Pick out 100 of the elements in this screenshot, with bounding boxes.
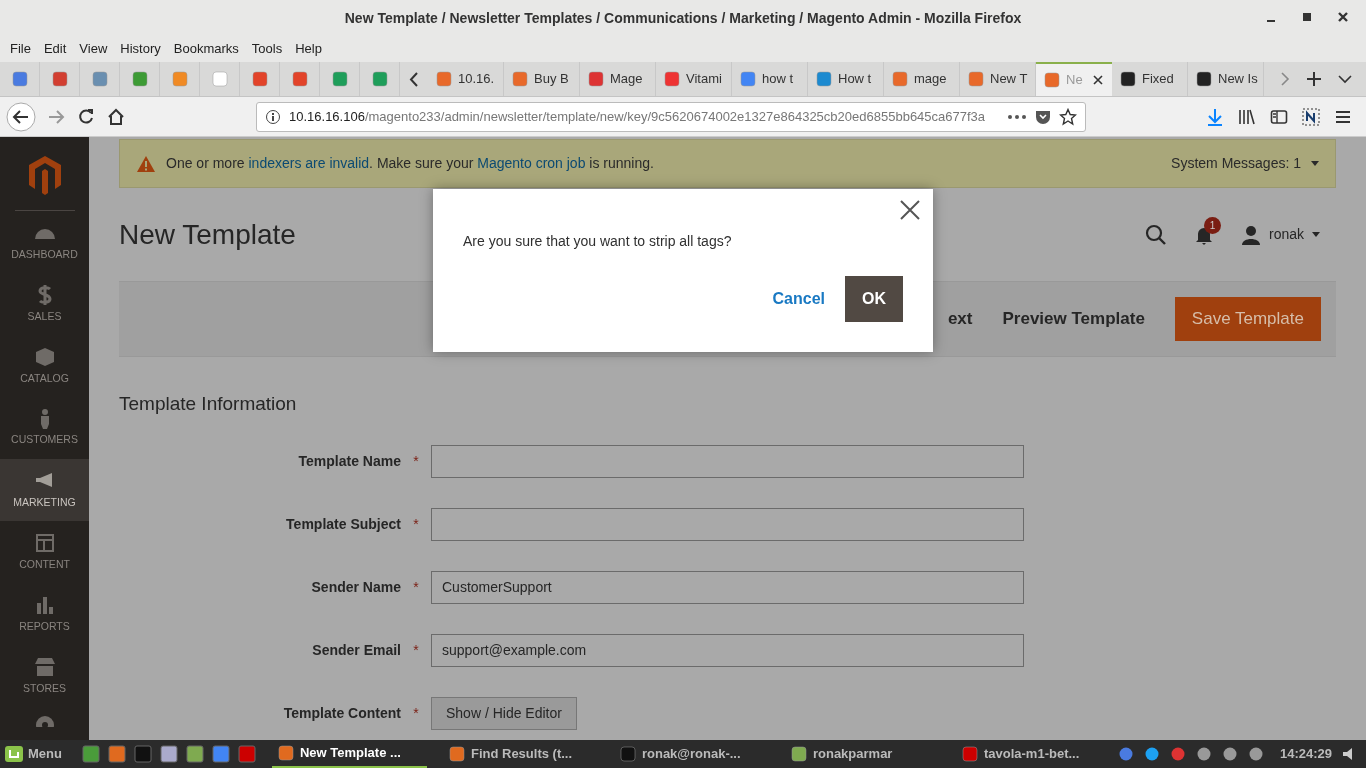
url-text: 10.16.16.106/magento233/admin/newsletter/template/new/key/9c5620674002e1327e864325cb20ed6855bb645ca677f3a <box>289 107 987 126</box>
maximize-icon[interactable] <box>1300 10 1314 24</box>
text-input[interactable]: support@example.com <box>431 633 1024 667</box>
sidebar-item[interactable]: CATALOG <box>0 335 89 397</box>
browser-tab[interactable]: Buy B <box>504 62 580 96</box>
required-asterisk: * <box>413 640 419 660</box>
sidebar-icon[interactable] <box>1270 107 1288 126</box>
ok-button[interactable]: OK <box>845 276 903 322</box>
star-icon[interactable] <box>1059 107 1077 126</box>
start-menu[interactable]: Menu <box>4 744 62 764</box>
menu-item[interactable]: History <box>114 39 167 59</box>
favicon-icon <box>512 71 528 87</box>
launcher-icon[interactable] <box>107 745 126 763</box>
browser-tab[interactable]: how t <box>732 62 808 96</box>
taskbar-window[interactable]: ronakparmar <box>784 740 940 768</box>
chevron-down-icon[interactable] <box>1338 74 1352 84</box>
taskbar-window[interactable]: Find Results (t... <box>442 740 598 768</box>
favicon-icon <box>291 71 308 87</box>
section-title: Template Information <box>119 392 298 416</box>
action-button[interactable]: ext <box>947 297 973 341</box>
favicon-icon <box>1120 71 1136 87</box>
menu-item[interactable]: Tools <box>245 39 289 59</box>
sidebar-item[interactable]: REPORTS <box>0 583 89 645</box>
address-bar[interactable]: 10.16.16.106/magento233/admin/newsletter/template/new/key/9c5620674002e1327e864325cb20ed6855bb645ca677f3a <box>256 101 1086 132</box>
favicon-icon <box>968 71 984 87</box>
text-input[interactable] <box>431 444 1024 478</box>
favicon-icon <box>961 746 978 762</box>
library-icon[interactable] <box>1238 107 1256 126</box>
required-asterisk: * <box>413 514 419 534</box>
reload-icon[interactable] <box>76 106 96 127</box>
taskbar-window[interactable]: New Template ... <box>271 740 427 768</box>
text-input[interactable] <box>431 507 1024 541</box>
field-label: Template Name <box>297 451 401 471</box>
browser-tab[interactable]: Vitami <box>656 62 732 96</box>
extension-icon[interactable] <box>1302 107 1320 126</box>
favicon-icon <box>436 71 452 87</box>
favicon-icon <box>171 71 188 87</box>
action-button[interactable]: Preview Template <box>1002 297 1145 341</box>
required-asterisk: * <box>413 451 419 471</box>
save-button[interactable]: Save Template <box>1174 297 1321 341</box>
caret-icon <box>1311 161 1319 166</box>
taskbar-window[interactable]: tavola-m1-bet... <box>955 740 1111 768</box>
favicon-icon <box>277 745 294 761</box>
download-icon[interactable] <box>1206 107 1224 126</box>
favicon-icon <box>892 71 908 87</box>
mint-logo-icon <box>4 745 24 763</box>
favicon-icon <box>331 71 348 87</box>
launcher-icon[interactable] <box>159 745 178 763</box>
field-label: Template Content <box>282 703 401 723</box>
field-label: Sender Email <box>311 640 401 660</box>
text-input[interactable]: CustomerSupport <box>431 570 1024 604</box>
browser-tab[interactable]: mage <box>884 62 960 96</box>
favicon-icon <box>91 71 108 87</box>
favicon-icon <box>740 71 756 87</box>
browser-tab[interactable]: New Is <box>1188 62 1264 96</box>
close-icon[interactable] <box>899 199 921 221</box>
more-icon[interactable] <box>1007 113 1027 120</box>
close-icon[interactable] <box>1336 10 1350 24</box>
browser-tab[interactable]: Mage <box>580 62 656 96</box>
dialog-message: Are you sure that you want to strip all tags? <box>463 232 733 251</box>
sidebar-item[interactable]: CONTENT <box>0 521 89 583</box>
favicon-icon <box>790 746 807 762</box>
menu-item[interactable]: File <box>4 39 37 59</box>
cancel-button[interactable]: Cancel <box>772 287 825 311</box>
menu-item[interactable]: Help <box>289 39 328 59</box>
sidebar-item[interactable]: DASHBOARD <box>0 211 89 273</box>
home-icon[interactable] <box>106 106 126 127</box>
sidebar-item[interactable]: STORES <box>0 645 89 707</box>
page-title: New Template <box>119 217 296 252</box>
window-title: New Template / Newsletter Templates / Communications / Marketing / Magento Admin - Mozilla Firefox <box>344 8 1022 28</box>
search-icon[interactable] <box>1144 223 1167 246</box>
menu-item[interactable]: View <box>73 39 114 59</box>
favicon-icon <box>816 71 832 87</box>
sidebar-item[interactable]: SALES <box>0 273 89 335</box>
browser-tab[interactable]: 10.16. <box>428 62 504 96</box>
sidebar-item[interactable]: MARKETING <box>0 459 89 521</box>
required-asterisk: * <box>413 703 419 723</box>
toggle-editor-button[interactable]: Show / Hide Editor <box>431 696 577 730</box>
system-message: One or more indexers are invalid. Make sure your Magento cron job is running. <box>166 154 654 173</box>
launcher-icon[interactable] <box>81 745 100 763</box>
field-label: Template Subject <box>285 514 401 534</box>
menu-item[interactable]: Edit <box>37 39 73 59</box>
favicon-icon <box>211 71 228 87</box>
launcher-icon[interactable] <box>211 745 230 763</box>
close-icon[interactable] <box>1092 74 1104 86</box>
menu-item[interactable]: Bookmarks <box>167 39 245 59</box>
favicon-icon <box>588 71 604 87</box>
sidebar-item[interactable]: CUSTOMERS <box>0 397 89 459</box>
system-messages-toggle[interactable]: System Messages: 1 <box>1171 153 1319 174</box>
taskbar-window[interactable]: ronak@ronak-... <box>613 740 769 768</box>
info-icon[interactable] <box>265 108 281 125</box>
pocket-icon[interactable] <box>1035 108 1051 125</box>
user-menu[interactable]: ronak <box>1240 224 1320 245</box>
clock: 14:24:29 <box>1279 745 1332 764</box>
plus-icon[interactable] <box>1306 71 1322 87</box>
browser-tab[interactable]: Fixed <box>1112 62 1188 96</box>
favicon-icon <box>1044 72 1060 88</box>
notification-count: 1 <box>1203 216 1221 234</box>
launcher-icon[interactable] <box>185 745 204 763</box>
browser-tab[interactable]: How t <box>808 62 884 96</box>
